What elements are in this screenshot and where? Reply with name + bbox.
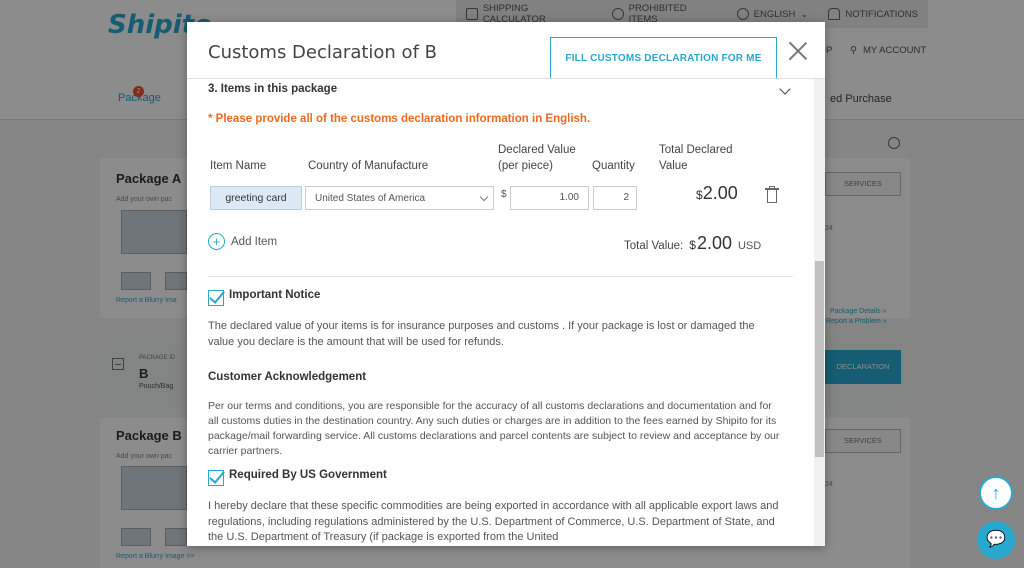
customer-acknowledgement-text: Per our terms and conditions, you are re…: [208, 400, 780, 457]
chat-button[interactable]: 💬: [977, 521, 1015, 559]
modal-scrollbar-thumb[interactable]: [815, 261, 824, 457]
english-warning: * Please provide all of the customs decl…: [208, 113, 591, 125]
important-notice-text: The declared value of your items is for …: [208, 320, 755, 348]
value-currency-symbol: $: [501, 189, 507, 200]
chevron-down-icon: [479, 192, 489, 202]
declared-value-input[interactable]: 1.00: [510, 186, 589, 210]
customer-acknowledgement-title: Customer Acknowledgement: [208, 371, 367, 383]
important-notice-checkbox[interactable]: Important Notice: [208, 289, 320, 306]
col-item-name: Item Name: [210, 160, 267, 172]
items-section-title: 3. Items in this package: [208, 83, 338, 95]
fill-customs-declaration-button[interactable]: FILL CUSTOMS DECLARATION FOR ME: [550, 37, 777, 79]
trash-icon[interactable]: [765, 186, 779, 203]
modal-title: Customs Declaration of B: [208, 42, 437, 63]
col-quantity: Quantity: [592, 160, 635, 172]
customs-declaration-modal: Customs Declaration of B FILL CUSTOMS DE…: [187, 22, 825, 546]
item-name-input[interactable]: greeting card: [210, 186, 302, 210]
scroll-to-top-button[interactable]: ↑: [979, 476, 1013, 510]
add-item-button[interactable]: + Add Item: [208, 233, 277, 250]
quantity-input[interactable]: 2: [593, 186, 637, 210]
plus-circle-icon: +: [208, 233, 225, 250]
chevron-down-icon[interactable]: [779, 83, 791, 95]
us-government-text: I hereby declare that these specific com…: [208, 500, 779, 543]
checkbox-checked-icon: [208, 290, 224, 306]
us-government-checkbox[interactable]: Required By US Government: [208, 469, 387, 486]
section-divider: [208, 276, 793, 277]
col-declared-value: Declared Value (per piece): [498, 144, 576, 172]
col-country: Country of Manufacture: [308, 160, 429, 172]
item-total-declared: $2.00: [696, 183, 738, 203]
country-select[interactable]: United States of America: [305, 186, 494, 210]
close-icon[interactable]: [788, 41, 808, 61]
col-total-declared: Total Declared Value: [659, 144, 733, 172]
total-value: Total Value: $ 2.00 USD: [624, 233, 762, 253]
checkbox-checked-icon: [208, 470, 224, 486]
modal-scroll-area[interactable]: 3. Items in this package * Please provid…: [187, 79, 825, 546]
